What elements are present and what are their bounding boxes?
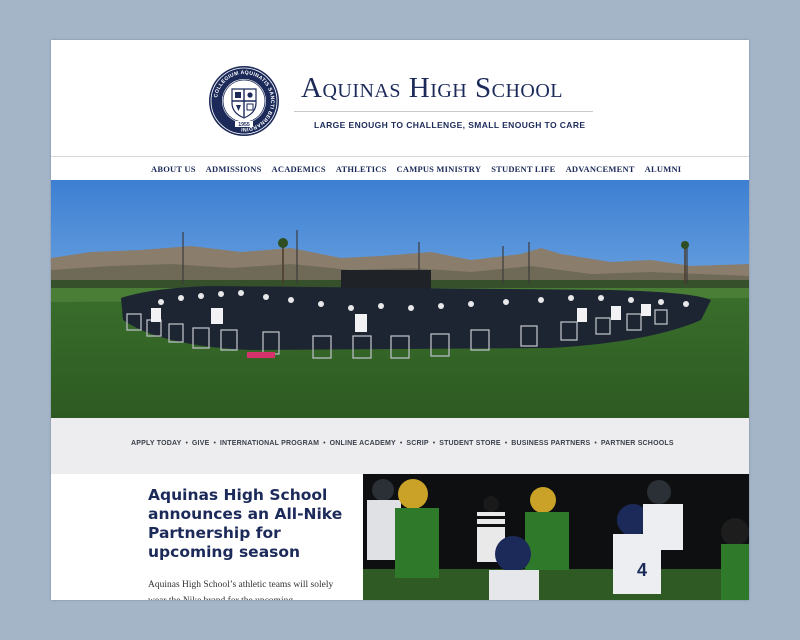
quick-link-separator: • xyxy=(185,440,188,447)
web-page: COLLEGIUM AQUINATIS SANCTI BERNARDINI 19… xyxy=(51,40,749,600)
news-feature: Aquinas High School announces an All-Nik… xyxy=(51,474,749,600)
quick-link-separator: • xyxy=(213,440,216,447)
nav-item-academics[interactable]: ACADEMICS xyxy=(272,164,326,174)
quick-link-student-store[interactable]: STUDENT STORE xyxy=(439,440,501,447)
site-header: COLLEGIUM AQUINATIS SANCTI BERNARDINI 19… xyxy=(51,40,749,152)
quick-links-bar: APPLY TODAY • GIVE • INTERNATIONAL PROGR… xyxy=(51,418,749,474)
football-game-photo[interactable]: 4 xyxy=(363,474,749,600)
title-divider xyxy=(294,111,593,112)
quick-link-international-program[interactable]: INTERNATIONAL PROGRAM xyxy=(220,440,319,447)
nav-item-athletics[interactable]: ATHLETICS xyxy=(336,164,387,174)
news-excerpt: Aquinas High School’s athletic teams wil… xyxy=(148,580,334,600)
school-seal-logo[interactable]: COLLEGIUM AQUINATIS SANCTI BERNARDINI 19… xyxy=(208,65,280,137)
quick-links-list: APPLY TODAY • GIVE • INTERNATIONAL PROGR… xyxy=(131,440,674,447)
hero-graduation-photo xyxy=(51,180,749,418)
quick-link-separator: • xyxy=(432,440,436,447)
quick-link-business-partners[interactable]: BUSINESS PARTNERS xyxy=(511,440,590,447)
main-navigation: ABOUT US ADMISSIONS ACADEMICS ATHLETICS … xyxy=(51,156,749,181)
quick-link-separator: • xyxy=(504,440,508,447)
quick-link-partner-schools[interactable]: PARTNER SCHOOLS xyxy=(601,440,674,447)
quick-link-separator: • xyxy=(323,440,326,447)
news-headline[interactable]: Aquinas High School announces an All-Nik… xyxy=(148,486,348,562)
school-tagline: LARGE ENOUGH TO CHALLENGE, SMALL ENOUGH … xyxy=(314,120,586,130)
quick-link-scrip[interactable]: SCRIP xyxy=(406,440,428,447)
quick-link-apply-today[interactable]: APPLY TODAY xyxy=(131,440,181,447)
quick-link-separator: • xyxy=(399,440,403,447)
quick-link-separator: • xyxy=(594,440,597,447)
quick-link-give[interactable]: GIVE xyxy=(192,440,210,447)
school-name[interactable]: Aquinas High School xyxy=(301,72,563,105)
nav-item-admissions[interactable]: ADMISSIONS xyxy=(206,164,262,174)
nav-item-advancement[interactable]: ADVANCEMENT xyxy=(566,164,635,174)
nav-item-about-us[interactable]: ABOUT US xyxy=(151,164,196,174)
nav-item-alumni[interactable]: ALUMNI xyxy=(645,164,682,174)
nav-item-student-life[interactable]: STUDENT LIFE xyxy=(491,164,555,174)
nav-item-campus-ministry[interactable]: CAMPUS MINISTRY xyxy=(397,164,482,174)
seal-year: 1955 xyxy=(238,122,250,128)
jersey-number: 4 xyxy=(637,560,647,580)
nav-list: ABOUT US ADMISSIONS ACADEMICS ATHLETICS … xyxy=(151,157,681,180)
quick-link-online-academy[interactable]: ONLINE ACADEMY xyxy=(330,440,396,447)
